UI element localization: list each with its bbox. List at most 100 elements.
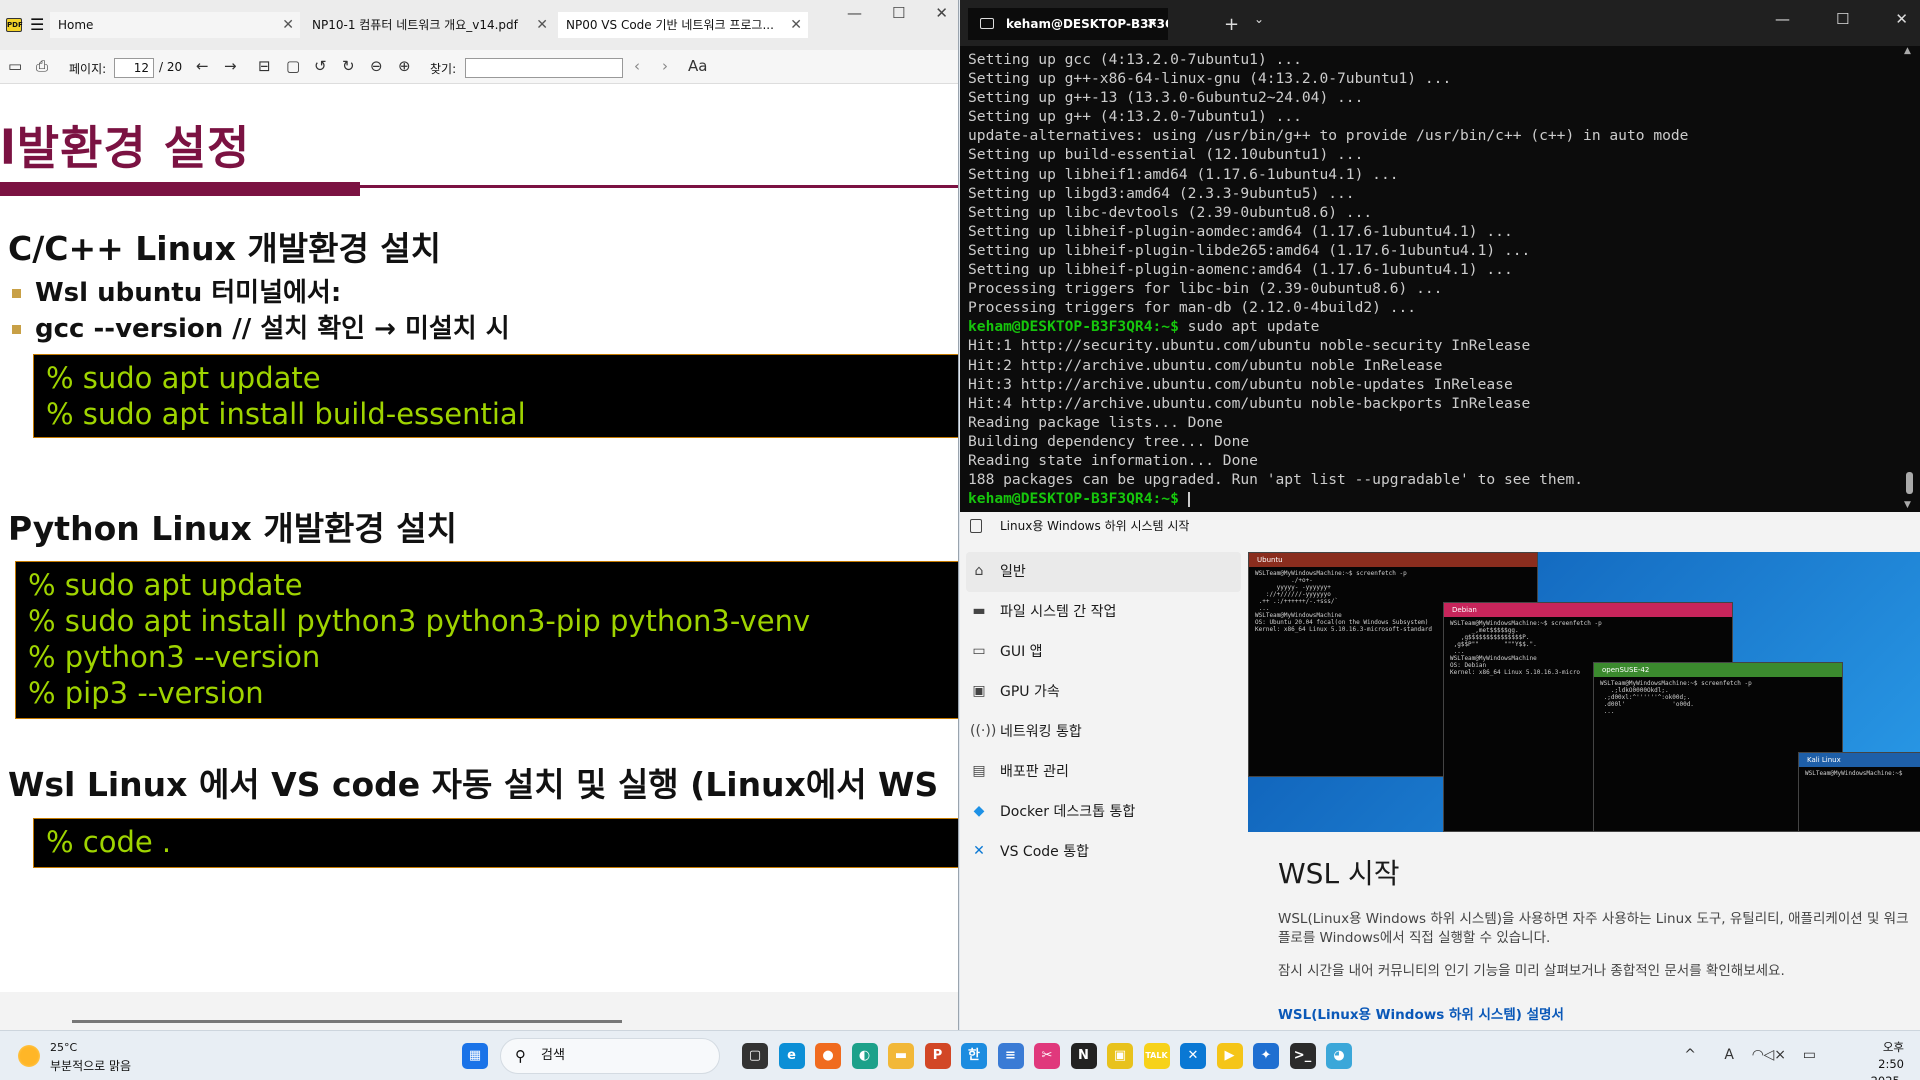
terminal-line-text: Hit:3 http://archive.ubuntu.com/ubuntu n…: [968, 375, 1513, 393]
bluetooth-app-icon[interactable]: ✦: [1253, 1043, 1279, 1069]
terminal-tab-title: keham@DESKTOP-B3F3QR4: ·: [1006, 17, 1168, 31]
maximize-icon[interactable]: ☐: [1836, 10, 1849, 28]
wsl-nav: ⌂ 일반 ▬ 파일 시스템 간 작업 ▭ GUI 앱 ▣ GPU 가속 ((·)) 네트워킹 통합…: [960, 552, 1247, 872]
terminal-line-text: Reading package lists... Done: [968, 413, 1223, 431]
task-view-icon[interactable]: ▢: [742, 1043, 768, 1069]
powerpoint-icon[interactable]: P: [924, 1043, 951, 1069]
firefox-icon[interactable]: ●: [815, 1043, 841, 1069]
snipping-tool-icon[interactable]: ✂: [1034, 1043, 1060, 1069]
mini-terminal-line: .d00l' 'o00d.: [1600, 701, 1694, 708]
menu-icon[interactable]: ☰: [30, 17, 44, 33]
notion-icon[interactable]: N: [1070, 1043, 1097, 1069]
nav-item-0[interactable]: ⌂ 일반: [966, 552, 1241, 592]
terminal-line-text: 188 packages can be upgraded. Run 'apt l…: [968, 471, 1584, 489]
terminal-line-text: Hit:4 http://archive.ubuntu.com/ubuntu n…: [968, 394, 1531, 412]
minimize-icon[interactable]: —: [847, 4, 862, 22]
window-controls: — ☐ ✕: [1775, 10, 1908, 28]
terminal-line: Reading state information... Done: [968, 451, 1898, 470]
tab-np00[interactable]: NP00 VS Code 기반 네트워크 프로그... ✕: [558, 12, 808, 38]
clock[interactable]: 오후 2:50 2025-10-15: [1871, 1039, 1904, 1080]
nav-item-label: VS Code 통합: [1000, 844, 1089, 860]
find-next-icon[interactable]: ›: [662, 58, 668, 74]
print-icon[interactable]: ⎙: [36, 58, 48, 74]
taskbar-search[interactable]: ⚲ 검색: [500, 1038, 720, 1074]
penguin-icon[interactable]: ◕: [1326, 1043, 1352, 1069]
edge-icon[interactable]: e: [778, 1043, 805, 1069]
battery-icon[interactable]: ▭: [1803, 1047, 1816, 1063]
slide-title: l발환경 설정: [0, 121, 251, 175]
find-prev-icon[interactable]: ‹: [634, 58, 640, 74]
chevron-down-icon[interactable]: ⌄: [1254, 12, 1264, 26]
scroll-down-icon[interactable]: ▼: [1904, 500, 1911, 510]
nav-item-6[interactable]: ◆ Docker 데스크톱 통합: [960, 792, 1247, 832]
new-tab-icon[interactable]: +: [1224, 14, 1239, 35]
close-icon[interactable]: ✕: [1146, 8, 1158, 40]
nav-item-label: 파일 시스템 간 작업: [1000, 604, 1117, 620]
terminal-output[interactable]: Setting up gcc (4:13.2.0-7ubuntu1) ... Se…: [968, 50, 1898, 508]
rotate-left-icon[interactable]: ↺: [314, 58, 327, 74]
minimize-icon[interactable]: —: [1775, 10, 1790, 28]
code-line: % pip3 --version: [28, 676, 264, 710]
ime-indicator[interactable]: A: [1724, 1047, 1734, 1063]
next-page-icon[interactable]: →: [224, 58, 237, 74]
close-window-icon[interactable]: ✕: [1895, 10, 1908, 28]
tray-chevron-icon[interactable]: ^: [1684, 1047, 1696, 1063]
close-icon[interactable]: ✕: [536, 12, 548, 38]
zoom-in-icon[interactable]: ⊕: [398, 58, 411, 74]
scroll-thumb[interactable]: [1906, 472, 1913, 494]
taskbar: 25°C 부분적으로 맑음 ⚲ 검색 ▦ ▢ e ● ◐ ▬ P 한 ≡ ✂ N ▣ TALK ✕ ▶ ✦ >_…: [0, 1030, 1920, 1080]
terminal-prompt: keham@DESKTOP-B3F3QR4:~$: [968, 490, 1179, 508]
nav-item-5[interactable]: ▤ 배포판 관리: [960, 752, 1247, 792]
close-window-icon[interactable]: ✕: [935, 4, 948, 22]
pdf-tab-bar: PDF ☰ Home ✕ NP10-1 컴퓨터 네트워크 개요_v14.pdf …: [0, 0, 958, 50]
chrome-icon[interactable]: ◐: [851, 1043, 878, 1069]
start-button[interactable]: ▦: [462, 1043, 488, 1069]
tab-home[interactable]: Home ✕: [50, 12, 300, 38]
notepad-icon[interactable]: ≡: [997, 1043, 1024, 1069]
file-explorer-icon[interactable]: ▬: [888, 1043, 914, 1069]
wsl-title-bar: Linux용 Windows 하위 시스템 시작: [960, 512, 1920, 540]
volume-icon[interactable]: ◁×: [1764, 1047, 1787, 1063]
continuous-view-icon[interactable]: ⊟: [258, 58, 271, 74]
zoom-out-icon[interactable]: ⊖: [370, 58, 383, 74]
vscode-icon: ✕: [973, 843, 985, 859]
pdf-reader-icon[interactable]: ▣: [1107, 1043, 1133, 1069]
nav-item-1[interactable]: ▬ 파일 시스템 간 작업: [960, 592, 1247, 632]
wifi-icon[interactable]: ◠: [1752, 1047, 1764, 1063]
close-icon[interactable]: ✕: [282, 12, 294, 38]
code-line: % sudo apt install python3 python3-pip p…: [28, 604, 811, 638]
page-label: 페이지:: [69, 62, 107, 76]
nav-item-2[interactable]: ▭ GUI 앱: [960, 632, 1247, 672]
vscode-icon[interactable]: ✕: [1180, 1043, 1206, 1069]
terminal-tab[interactable]: keham@DESKTOP-B3F3QR4: · ✕: [968, 8, 1168, 40]
docs-link[interactable]: WSL(Linux용 Windows 하위 시스템) 설명서: [1278, 1003, 1918, 1023]
mini-terminal-line: ...: [1600, 708, 1615, 715]
horizontal-scrollbar[interactable]: [72, 1020, 622, 1023]
terminal-line-text: Setting up libheif-plugin-libde265:amd64…: [968, 241, 1531, 259]
prev-page-icon[interactable]: ←: [196, 58, 209, 74]
media-player-icon[interactable]: ▶: [1216, 1043, 1243, 1069]
page-number-input[interactable]: 12: [114, 58, 154, 78]
kakaotalk-icon[interactable]: TALK: [1143, 1043, 1170, 1069]
nav-item-3[interactable]: ▣ GPU 가속: [960, 672, 1247, 712]
hero-image: Ubuntu WSLTeam@MyWindowsMachine:~$ scree…: [1248, 552, 1920, 832]
open-folder-icon[interactable]: ▭: [8, 58, 22, 74]
terminal-line: Setting up libc-devtools (2.39-0ubuntu8.…: [968, 203, 1898, 222]
single-page-icon[interactable]: ▢: [286, 58, 300, 74]
scroll-up-icon[interactable]: ▲: [1904, 46, 1911, 56]
terminal-icon[interactable]: >_: [1289, 1043, 1316, 1069]
terminal-scrollbar[interactable]: ▲ ▼: [1904, 46, 1914, 510]
rotate-right-icon[interactable]: ↻: [342, 58, 355, 74]
tab-np10-1[interactable]: NP10-1 컴퓨터 네트워크 개요_v14.pdf ✕: [304, 12, 554, 38]
code-line: % code .: [46, 825, 172, 859]
find-input[interactable]: [465, 58, 623, 78]
terminal-window: keham@DESKTOP-B3F3QR4: · ✕ + ⌄ — ☐ ✕ Set…: [960, 0, 1920, 512]
maximize-icon[interactable]: ☐: [892, 4, 905, 22]
wsl-content: WSL 시작 WSL(Linux용 Windows 하위 시스템)을 사용하면 …: [1278, 852, 1918, 1023]
nav-item-7[interactable]: ✕ VS Code 통합: [960, 832, 1247, 872]
match-case-icon[interactable]: Aa: [688, 58, 707, 74]
hancom-icon[interactable]: 한: [961, 1043, 987, 1069]
nav-item-label: 네트워킹 통합: [1000, 724, 1082, 740]
nav-item-4[interactable]: ((·)) 네트워킹 통합: [960, 712, 1247, 752]
close-icon[interactable]: ✕: [790, 12, 802, 38]
